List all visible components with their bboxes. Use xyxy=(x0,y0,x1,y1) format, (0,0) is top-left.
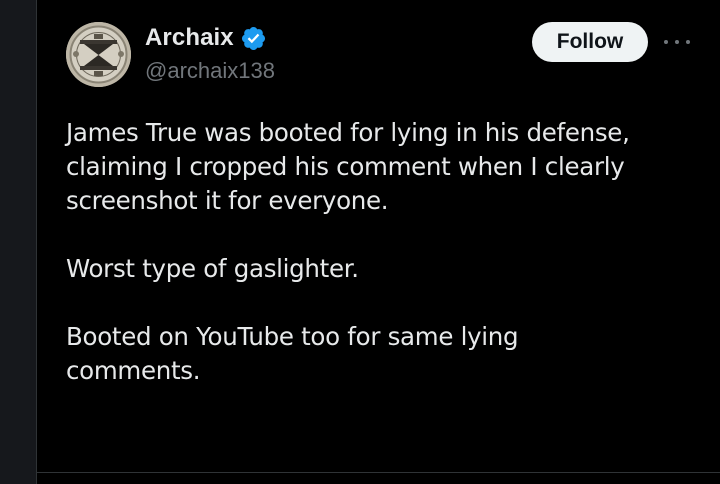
left-sidebar-edge xyxy=(0,0,36,484)
tweet-line: James True was booted for lying in his d… xyxy=(66,118,630,147)
tweet-line: Booted on YouTube too for same lying xyxy=(66,322,519,351)
more-horizontal-icon[interactable] xyxy=(664,30,690,54)
tweet-line: screenshot it for everyone. xyxy=(66,186,389,215)
verified-badge-icon xyxy=(240,25,267,52)
bottom-divider xyxy=(37,472,720,473)
follow-button[interactable]: Follow xyxy=(532,22,648,62)
tweet-line: comments. xyxy=(66,356,201,385)
author-display-name[interactable]: Archaix xyxy=(145,24,234,52)
tweet-line: Worst type of gaslighter. xyxy=(66,254,359,283)
avatar[interactable] xyxy=(66,22,131,87)
author-name-row: Archaix xyxy=(145,24,267,52)
column-divider xyxy=(36,0,37,484)
tweet-text: James True was booted for lying in his d… xyxy=(66,116,706,388)
tweet-line: claiming I cropped his comment when I cl… xyxy=(66,152,625,181)
avatar-image xyxy=(66,22,131,87)
tweet-screen: Archaix @archaix138 Follow James True wa… xyxy=(0,0,720,484)
author-handle[interactable]: @archaix138 xyxy=(145,58,275,84)
